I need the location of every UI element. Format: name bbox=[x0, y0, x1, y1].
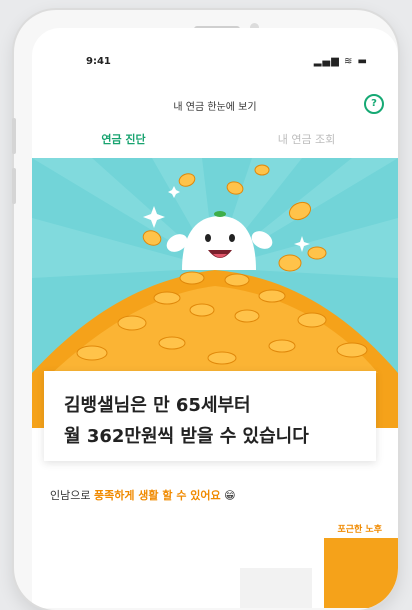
question-circle-icon[interactable]: ? bbox=[364, 94, 384, 114]
result-headline: 김뱅샐님은 만 65세부터 bbox=[64, 395, 251, 416]
comparison-bar-average bbox=[240, 568, 312, 608]
description-highlight: 풍족하게 생활 할 수 있어요 bbox=[93, 489, 221, 502]
tab-pension-diagnosis[interactable]: 연금 진단 bbox=[32, 126, 215, 161]
result-card: 김뱅샐님은 만 65세부터 월 362만원씩 받을 수 있습니다 bbox=[44, 371, 376, 461]
tab-bar: 연금 진단 내 연금 조회 bbox=[32, 126, 398, 161]
description-prefix: 인남으로 bbox=[50, 489, 94, 502]
phone-volume-button bbox=[12, 168, 16, 204]
status-icons: ▂▄▆ ≋ ▬ bbox=[313, 56, 368, 67]
status-bar: 9:41 ▂▄▆ ≋ ▬ bbox=[32, 56, 398, 72]
page-title: 내 연금 한눈에 보기 bbox=[173, 102, 257, 113]
result-amount: 월 362만원씩 받을 수 있습니다 bbox=[64, 426, 309, 447]
phone-frame: 9:41 ▂▄▆ ≋ ▬ 내 연금 한눈에 보기 ? 연금 진단 내 연금 조회 bbox=[14, 10, 398, 610]
app-header: 내 연금 한눈에 보기 ? bbox=[32, 90, 398, 120]
result-description: 인남으로 풍족하게 생활 할 수 있어요 😁 bbox=[50, 487, 236, 503]
comparison-bar-label: 포근한 노후 bbox=[337, 525, 382, 535]
status-time: 9:41 bbox=[86, 56, 111, 67]
comparison-bar-highlight bbox=[324, 538, 398, 608]
phone-volume-button bbox=[12, 118, 16, 154]
app-screen: 9:41 ▂▄▆ ≋ ▬ 내 연금 한눈에 보기 ? 연금 진단 내 연금 조회 bbox=[32, 28, 398, 608]
grin-emoji-icon: 😁 bbox=[224, 489, 236, 502]
tab-my-pension-lookup[interactable]: 내 연금 조회 bbox=[215, 126, 398, 158]
